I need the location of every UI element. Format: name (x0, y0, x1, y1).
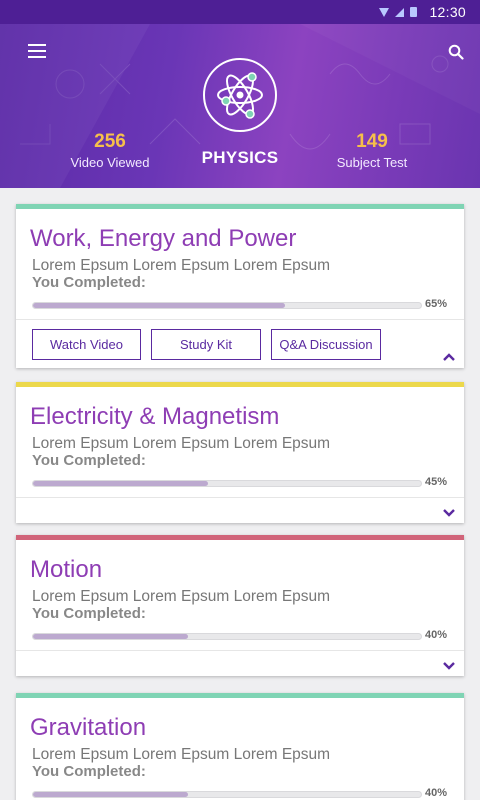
qa-discussion-button[interactable]: Q&A Discussion (271, 329, 381, 360)
completed-label: You Completed: (32, 763, 146, 780)
menu-button[interactable] (28, 44, 46, 58)
stat-subject-tests: 149 Subject Test (302, 131, 442, 170)
chapter-title: Work, Energy and Power (30, 225, 297, 252)
chapter-title: Electricity & Magnetism (30, 403, 280, 430)
menu-icon (28, 44, 46, 46)
watch-video-button[interactable]: Watch Video (32, 329, 141, 360)
status-bar: 12:30 (0, 0, 480, 24)
stat-label: Subject Test (336, 155, 408, 170)
progress-bar (32, 480, 422, 487)
progress-bar (32, 791, 422, 798)
chapter-title: Gravitation (30, 714, 147, 741)
atom-icon (217, 72, 263, 119)
study-kit-button[interactable]: Study Kit (151, 329, 261, 360)
chapter-card[interactable]: Gravitation Lorem Epsum Lorem Epsum Lore… (16, 693, 464, 800)
stat-value: 149 (356, 131, 388, 152)
progress-percent: 45% (425, 476, 448, 488)
chevron-up-icon[interactable] (442, 352, 456, 362)
progress-bar (32, 633, 422, 640)
battery-icon (410, 7, 418, 17)
subject-logo (203, 58, 277, 132)
progress-fill (33, 634, 189, 639)
chevron-down-icon[interactable] (442, 660, 456, 670)
chapter-title: Motion (30, 556, 103, 583)
chapter-card[interactable]: Electricity & Magnetism Lorem Epsum Lore… (16, 382, 464, 523)
chevron-down-icon[interactable] (442, 507, 456, 517)
chapter-description: Lorem Epsum Lorem Epsum Lorem Epsum (32, 588, 331, 605)
divider (16, 650, 464, 651)
subject-header: 256 Video Viewed PHYSICS 149 Subject Tes… (0, 24, 480, 188)
clock: 12:30 (429, 4, 466, 20)
progress-percent: 40% (425, 787, 448, 799)
wifi-icon (379, 7, 390, 17)
progress-percent: 40% (425, 629, 448, 641)
chapter-description: Lorem Epsum Lorem Epsum Lorem Epsum (32, 746, 331, 763)
progress-fill (33, 303, 286, 308)
signal-icon (395, 7, 405, 17)
progress-percent: 65% (425, 298, 448, 310)
completed-label: You Completed: (32, 274, 146, 291)
progress-fill (33, 481, 208, 486)
chapter-card[interactable]: Work, Energy and Power Lorem Epsum Lorem… (16, 204, 464, 368)
completed-label: You Completed: (32, 452, 146, 469)
chapter-description: Lorem Epsum Lorem Epsum Lorem Epsum (32, 257, 331, 274)
search-icon[interactable] (448, 44, 464, 60)
divider (16, 319, 464, 320)
divider (16, 497, 464, 498)
completed-label: You Completed: (32, 605, 146, 622)
progress-fill (33, 792, 189, 797)
chapter-description: Lorem Epsum Lorem Epsum Lorem Epsum (32, 435, 331, 452)
chapter-card[interactable]: Motion Lorem Epsum Lorem Epsum Lorem Eps… (16, 535, 464, 676)
progress-bar (32, 302, 422, 309)
